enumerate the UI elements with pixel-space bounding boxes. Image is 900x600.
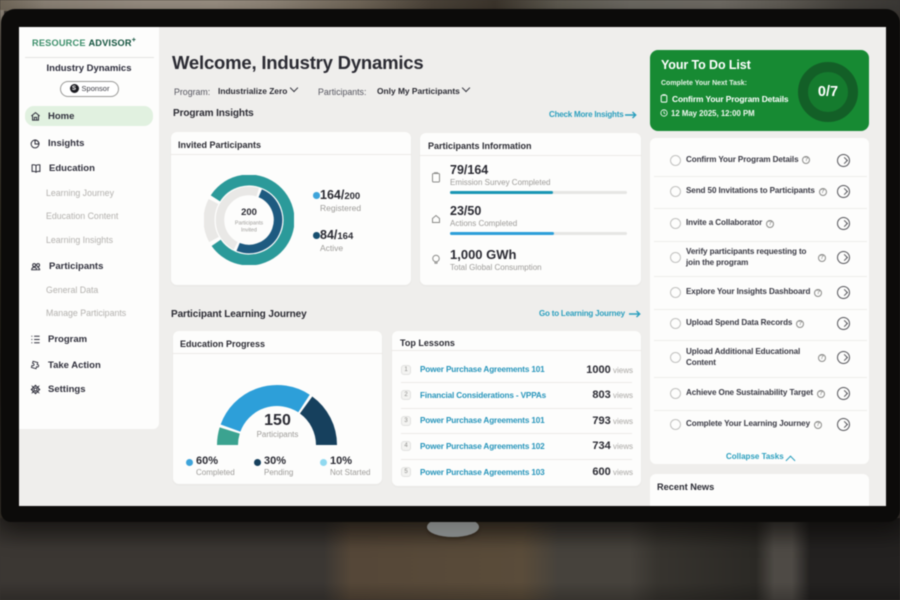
svg-text:Invited: Invited <box>241 227 257 233</box>
svg-text:Participants: Participants <box>234 220 262 226</box>
svg-text:200: 200 <box>241 207 257 218</box>
